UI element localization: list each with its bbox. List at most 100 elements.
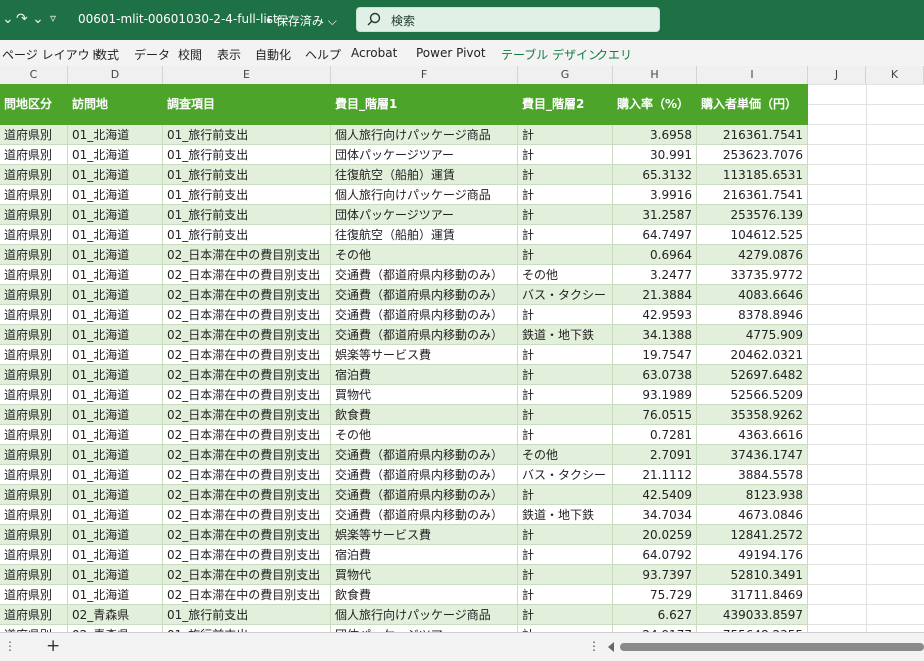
table-cell[interactable]: 道府県別 xyxy=(0,405,68,425)
table-cell[interactable]: 02_日本滞在中の費目別支出 xyxy=(163,525,331,545)
horizontal-scrollbar[interactable] xyxy=(620,643,924,651)
table-cell[interactable]: 計 xyxy=(518,485,613,505)
table-cell[interactable]: 道府県別 xyxy=(0,425,68,445)
table-cell[interactable]: 01_北海道 xyxy=(68,265,163,285)
table-cell[interactable]: 755648.2355 xyxy=(697,625,808,632)
table-cell[interactable]: 道府県別 xyxy=(0,165,68,185)
table-cell[interactable]: 113185.6531 xyxy=(697,165,808,185)
table-cell[interactable]: 01_北海道 xyxy=(68,365,163,385)
table-cell[interactable]: 道府県別 xyxy=(0,525,68,545)
table-cell[interactable]: 34.1388 xyxy=(613,325,697,345)
table-cell[interactable]: 02_日本滞在中の費目別支出 xyxy=(163,485,331,505)
sheet-nav-menu[interactable]: ⋮ xyxy=(4,639,16,653)
table-cell[interactable]: 計 xyxy=(518,165,613,185)
table-cell[interactable]: 02_日本滞在中の費目別支出 xyxy=(163,565,331,585)
table-cell[interactable]: 道府県別 xyxy=(0,625,68,632)
table-cell[interactable]: 道府県別 xyxy=(0,565,68,585)
table-cell[interactable]: 64.7497 xyxy=(613,225,697,245)
table-cell[interactable]: 01_北海道 xyxy=(68,245,163,265)
add-sheet-button[interactable]: + xyxy=(46,636,60,656)
table-cell[interactable]: 4279.0876 xyxy=(697,245,808,265)
table-cell[interactable]: 253623.7076 xyxy=(697,145,808,165)
table-cell[interactable]: 計 xyxy=(518,585,613,605)
table-cell[interactable]: 02_日本滞在中の費目別支出 xyxy=(163,305,331,325)
table-cell[interactable]: 4775.909 xyxy=(697,325,808,345)
table-cell[interactable]: 団体パッケージツアー xyxy=(331,145,518,165)
column-header-h[interactable]: H xyxy=(613,66,697,84)
table-cell[interactable]: 01_北海道 xyxy=(68,125,163,145)
tab-view[interactable]: 表示 xyxy=(217,46,241,63)
table-cell[interactable]: 93.1989 xyxy=(613,385,697,405)
table-cell[interactable]: 計 xyxy=(518,625,613,632)
table-cell[interactable]: 64.0792 xyxy=(613,545,697,565)
tab-page-layout[interactable]: ページ レイアウト xyxy=(2,46,102,63)
table-cell[interactable]: 2.7091 xyxy=(613,445,697,465)
column-header-i[interactable]: I xyxy=(697,66,808,84)
table-cell[interactable]: 道府県別 xyxy=(0,505,68,525)
table-cell[interactable]: 253576.139 xyxy=(697,205,808,225)
table-cell[interactable]: 計 xyxy=(518,185,613,205)
table-cell[interactable]: 団体パッケージツアー xyxy=(331,625,518,632)
table-cell[interactable]: 宿泊費 xyxy=(331,545,518,565)
table-cell[interactable]: 01_北海道 xyxy=(68,565,163,585)
table-cell[interactable]: 49194.176 xyxy=(697,545,808,565)
table-cell[interactable]: 計 xyxy=(518,205,613,225)
save-status[interactable]: • 保存済み ⌵ xyxy=(265,12,337,29)
table-cell[interactable]: 31711.8469 xyxy=(697,585,808,605)
table-cell[interactable]: 35358.9262 xyxy=(697,405,808,425)
customize-toolbar-icon[interactable]: ▿ xyxy=(50,11,56,25)
redo-icon[interactable]: ↷ ⌄ xyxy=(16,11,44,27)
table-cell[interactable]: 02_日本滞在中の費目別支出 xyxy=(163,505,331,525)
table-cell[interactable]: 76.0515 xyxy=(613,405,697,425)
table-cell[interactable]: 4363.6616 xyxy=(697,425,808,445)
table-cell[interactable]: 交通費（都道府県内移動のみ） xyxy=(331,325,518,345)
table-cell[interactable]: 20.0259 xyxy=(613,525,697,545)
table-header-cell[interactable]: 費目_階層2 xyxy=(518,84,613,125)
table-cell[interactable]: 個人旅行向けパッケージ商品 xyxy=(331,605,518,625)
tab-power-pivot[interactable]: Power Pivot xyxy=(416,46,486,60)
column-header-g[interactable]: G xyxy=(518,66,613,84)
column-header-k[interactable]: K xyxy=(866,66,924,84)
table-cell[interactable]: 宿泊費 xyxy=(331,365,518,385)
table-cell[interactable]: 01_北海道 xyxy=(68,465,163,485)
table-cell[interactable]: 01_北海道 xyxy=(68,425,163,445)
table-cell[interactable]: 01_旅行前支出 xyxy=(163,625,331,632)
column-header-e[interactable]: E xyxy=(163,66,331,84)
table-cell[interactable]: 娯楽等サービス費 xyxy=(331,525,518,545)
table-cell[interactable]: 01_北海道 xyxy=(68,525,163,545)
table-cell[interactable]: 02_日本滞在中の費目別支出 xyxy=(163,325,331,345)
table-cell[interactable]: 439033.8597 xyxy=(697,605,808,625)
table-cell[interactable]: 道府県別 xyxy=(0,265,68,285)
table-cell[interactable]: 個人旅行向けパッケージ商品 xyxy=(331,125,518,145)
table-cell[interactable]: 鉄道・地下鉄 xyxy=(518,325,613,345)
table-cell[interactable]: 34.7034 xyxy=(613,505,697,525)
table-header-cell[interactable]: 購入者単価（円） xyxy=(697,84,808,125)
table-cell[interactable]: 道府県別 xyxy=(0,605,68,625)
table-cell[interactable]: 42.5409 xyxy=(613,485,697,505)
search-box[interactable]: 検索 xyxy=(356,7,660,32)
table-cell[interactable]: 01_旅行前支出 xyxy=(163,125,331,145)
more-options-icon[interactable]: ⋮ xyxy=(588,639,600,653)
table-cell[interactable]: 01_旅行前支出 xyxy=(163,165,331,185)
table-cell[interactable]: 02_日本滞在中の費目別支出 xyxy=(163,585,331,605)
table-cell[interactable]: 計 xyxy=(518,305,613,325)
table-cell[interactable]: 0.7281 xyxy=(613,425,697,445)
table-cell[interactable]: 道府県別 xyxy=(0,125,68,145)
table-cell[interactable]: 計 xyxy=(518,425,613,445)
table-cell[interactable]: 道府県別 xyxy=(0,325,68,345)
table-cell[interactable]: 01_北海道 xyxy=(68,145,163,165)
table-cell[interactable]: 93.7397 xyxy=(613,565,697,585)
table-cell[interactable]: 21.1112 xyxy=(613,465,697,485)
tab-automate[interactable]: 自動化 xyxy=(255,46,291,63)
table-cell[interactable]: 個人旅行向けパッケージ商品 xyxy=(331,185,518,205)
table-cell[interactable]: 02_青森県 xyxy=(68,605,163,625)
table-cell[interactable]: 計 xyxy=(518,145,613,165)
table-cell[interactable]: 道府県別 xyxy=(0,145,68,165)
table-cell[interactable]: 計 xyxy=(518,565,613,585)
table-header-cell[interactable]: 購入率（%） xyxy=(613,84,697,125)
table-cell[interactable]: 計 xyxy=(518,605,613,625)
table-cell[interactable]: 3.9916 xyxy=(613,185,697,205)
scroll-left-icon[interactable] xyxy=(608,642,614,652)
table-cell[interactable]: 01_北海道 xyxy=(68,165,163,185)
table-cell[interactable]: 交通費（都道府県内移動のみ） xyxy=(331,305,518,325)
